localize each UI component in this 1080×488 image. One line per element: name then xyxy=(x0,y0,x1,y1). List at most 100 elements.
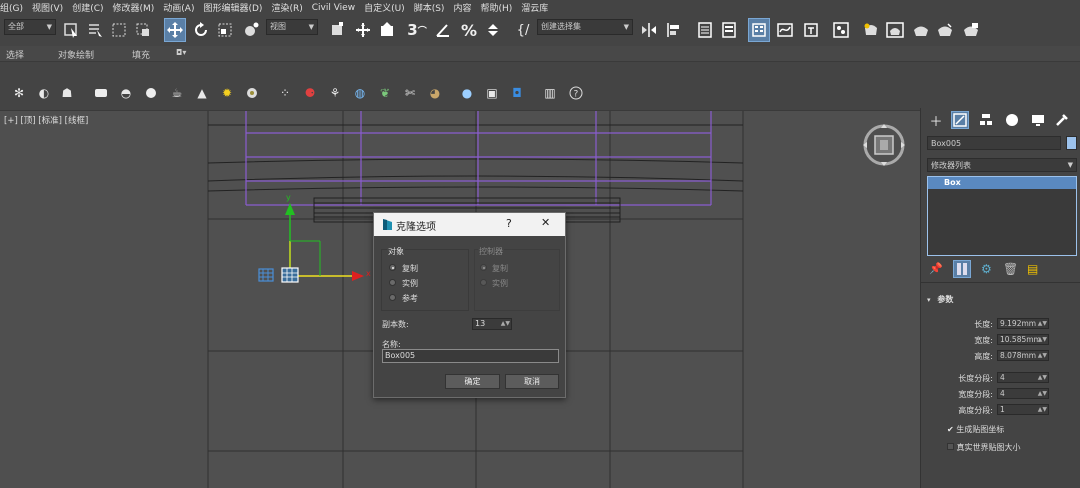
utilities-tab-icon[interactable] xyxy=(1053,111,1071,129)
param-height-spinner[interactable]: 8.078mm ▲▼ xyxy=(997,350,1049,361)
move-tool-icon[interactable] xyxy=(164,18,186,42)
camera-icon[interactable]: ▣ xyxy=(483,84,501,102)
hierarchy-tab-icon[interactable] xyxy=(977,111,995,129)
angle-snap-icon[interactable] xyxy=(432,18,454,42)
select-manipulate-icon[interactable] xyxy=(352,18,374,42)
menu-scripting[interactable]: 脚本(S) xyxy=(414,1,454,14)
menu-group[interactable]: 组(G) xyxy=(0,1,32,14)
close-icon[interactable]: ✕ xyxy=(541,216,550,229)
layer-explorer-icon[interactable] xyxy=(718,18,740,42)
radio-reference[interactable] xyxy=(389,294,396,301)
teapot-icon[interactable]: ☕ xyxy=(168,84,186,102)
menu-help[interactable]: 帮助(H) xyxy=(480,1,521,14)
sun-icon[interactable]: ✹ xyxy=(218,84,236,102)
object-color-swatch[interactable] xyxy=(1066,136,1077,150)
configure-modifier-sets-icon[interactable]: ▤ xyxy=(1027,262,1041,276)
radio-instance[interactable] xyxy=(389,279,396,286)
radio-copy[interactable] xyxy=(389,264,396,271)
spinner-arrows-icon[interactable]: ▲▼ xyxy=(1038,335,1047,344)
viewport-label[interactable]: [+] [顶] [标准] [线框] xyxy=(4,114,88,126)
box-primitive-icon[interactable] xyxy=(92,84,110,102)
render-element-icon[interactable]: ◘ xyxy=(508,84,526,102)
object-name-field[interactable]: Box005 xyxy=(927,136,1061,150)
menu-view[interactable]: 视图(V) xyxy=(32,1,72,14)
dynamics-icon[interactable]: ⚈ xyxy=(301,84,319,102)
teapot-half-icon[interactable]: ◐ xyxy=(35,84,53,102)
select-by-name-icon[interactable] xyxy=(84,18,106,42)
spinner-arrows-icon[interactable]: ▲▼ xyxy=(1038,389,1047,398)
select-object-icon[interactable] xyxy=(60,18,82,42)
particle-icon[interactable]: ⁘ xyxy=(276,84,294,102)
hemisphere-icon[interactable]: ◓ xyxy=(117,84,135,102)
material-editor-icon[interactable] xyxy=(830,18,852,42)
named-selection-dropdown[interactable]: 创建选择集 ▼ xyxy=(537,19,633,35)
bones-icon[interactable]: ⚘ xyxy=(326,84,344,102)
selection-filter-dropdown[interactable]: 全部 ▼ xyxy=(4,19,56,35)
edit-named-selection-icon[interactable]: {/ xyxy=(512,18,534,42)
schematic-view-icon[interactable] xyxy=(800,18,822,42)
sphere-icon[interactable] xyxy=(142,84,160,102)
spinner-arrows-icon[interactable]: ▲▼ xyxy=(1038,373,1047,382)
spinner-arrows-icon[interactable]: ▲▼ xyxy=(1038,319,1047,328)
wind-icon[interactable]: ✻ xyxy=(10,84,28,102)
spinner-snap-icon[interactable] xyxy=(482,18,504,42)
cone-icon[interactable]: ▲ xyxy=(193,84,211,102)
spinner-arrows-icon[interactable]: ▲▼ xyxy=(1038,351,1047,360)
rendered-frame-window-icon[interactable] xyxy=(884,18,906,42)
render-iterative-icon[interactable] xyxy=(934,18,956,42)
menu-civil-view[interactable]: Civil View xyxy=(312,3,364,13)
rotate-tool-icon[interactable] xyxy=(190,18,212,42)
character-icon[interactable]: ☗ xyxy=(58,84,76,102)
environment-icon[interactable]: ● xyxy=(458,84,476,102)
ok-button[interactable]: 确定 xyxy=(445,374,500,389)
param-length-segs-spinner[interactable]: 4 ▲▼ xyxy=(997,372,1049,383)
rect-selection-region-icon[interactable] xyxy=(108,18,130,42)
gen-map-coords-checkbox[interactable]: ✔ 生成贴图坐标 xyxy=(947,424,1004,435)
menu-content[interactable]: 内容 xyxy=(453,1,480,14)
menu-customize[interactable]: 自定义(U) xyxy=(364,1,414,14)
spinner-arrows-icon[interactable]: ▲▼ xyxy=(1038,405,1047,414)
modifier-list-dropdown[interactable]: 修改器列表 ▼ xyxy=(927,158,1077,172)
snaps-toggle-icon[interactable]: 3 ⌒ xyxy=(406,18,428,42)
spinner-arrows-icon[interactable]: ▲▼ xyxy=(501,319,510,329)
ribbon-options-icon[interactable]: ◘▾ xyxy=(176,48,186,57)
create-tab-icon[interactable]: ＋ xyxy=(927,111,945,130)
ribbon-tab-populate[interactable]: 填充 xyxy=(132,48,150,61)
menu-animation[interactable]: 动画(A) xyxy=(163,1,203,14)
cancel-button[interactable]: 取消 xyxy=(505,374,559,389)
clone-name-input[interactable]: Box005 xyxy=(382,349,559,363)
help-button[interactable]: ? xyxy=(506,217,512,230)
param-width-spinner[interactable]: 10.585mm ▲▼ xyxy=(997,334,1049,345)
param-length-spinner[interactable]: 9.192mm ▲▼ xyxy=(997,318,1049,329)
pivot-center-icon[interactable] xyxy=(326,18,348,42)
shell-icon[interactable]: ◕ xyxy=(426,84,444,102)
scene-explorer-icon[interactable] xyxy=(694,18,716,42)
ribbon-tab-object-paint[interactable]: 对象绘制 xyxy=(58,48,94,61)
menu-rendering[interactable]: 渲染(R) xyxy=(271,1,311,14)
param-height-segs-spinner[interactable]: 1 ▲▼ xyxy=(997,404,1049,415)
parameters-rollout-header[interactable]: ▾ 参数 xyxy=(927,294,1077,308)
window-crossing-icon[interactable] xyxy=(132,18,154,42)
shader-ball-icon[interactable]: ◍ xyxy=(351,84,369,102)
dialog-titlebar[interactable]: 克隆选项 ? ✕ xyxy=(374,213,565,236)
ribbon-toggle-icon[interactable] xyxy=(748,18,770,42)
menu-create[interactable]: 创建(C) xyxy=(72,1,112,14)
copies-spinner[interactable]: 13 ▲▼ xyxy=(472,318,512,330)
render-cloud-icon[interactable] xyxy=(960,18,982,42)
modifier-stack-item-box[interactable]: Box xyxy=(928,177,1076,189)
param-width-segs-spinner[interactable]: 4 ▲▼ xyxy=(997,388,1049,399)
ribbon-tab-selection[interactable]: 选择 xyxy=(6,48,24,61)
help-icon[interactable]: ? xyxy=(567,84,585,102)
align-icon[interactable] xyxy=(662,18,684,42)
scene-info-icon[interactable]: ▥ xyxy=(541,84,559,102)
menu-plugin-library[interactable]: 溜云库 xyxy=(521,1,557,14)
ref-coord-dropdown[interactable]: 视图 ▼ xyxy=(266,19,318,35)
place-tool-icon[interactable] xyxy=(240,18,262,42)
pin-stack-icon[interactable]: 📌 xyxy=(929,262,943,276)
make-unique-icon[interactable]: ⚙ xyxy=(981,262,997,276)
curve-editor-icon[interactable] xyxy=(774,18,796,42)
hair-icon[interactable]: ✄ xyxy=(401,84,419,102)
menu-modifiers[interactable]: 修改器(M) xyxy=(113,1,164,14)
remove-modifier-icon[interactable]: 🗑 xyxy=(1003,262,1018,276)
keyboard-shortcut-override-icon[interactable] xyxy=(376,18,398,42)
